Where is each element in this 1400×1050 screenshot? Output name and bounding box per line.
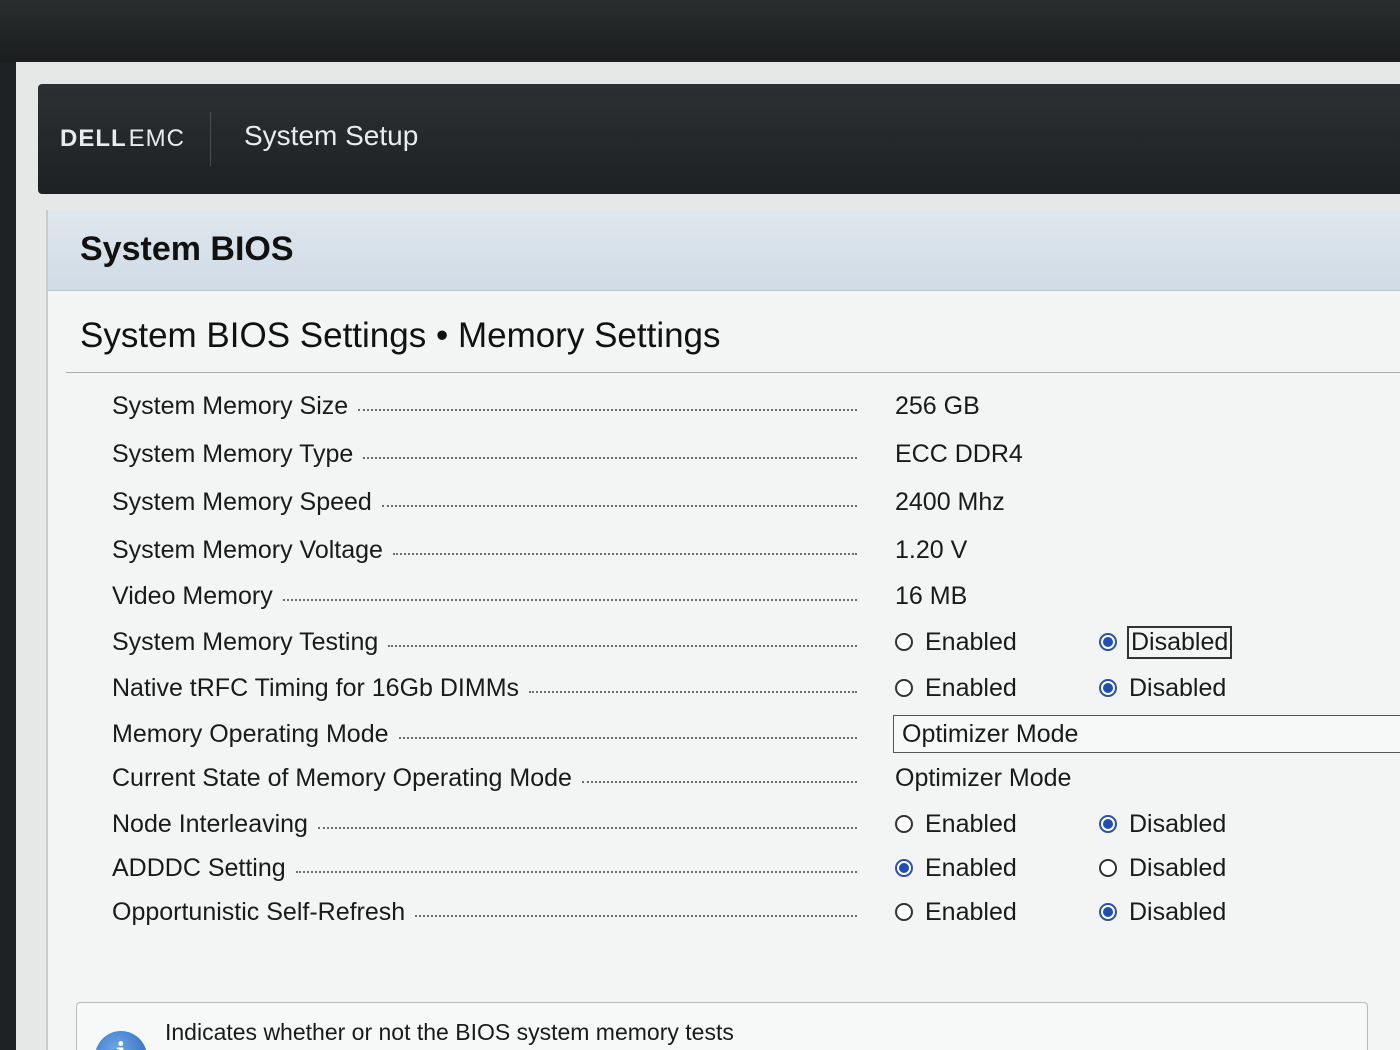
- setting-value: 1.20 V: [895, 535, 968, 564]
- monitor-bezel: [0, 0, 1400, 62]
- radio-button-icon[interactable]: [895, 679, 913, 697]
- dotted-leader: [392, 553, 857, 555]
- radio-button-selected-icon[interactable]: [1099, 633, 1117, 651]
- radio-group: Enabled Disabled: [895, 674, 1303, 703]
- radio-label-focused: Disabled: [1126, 625, 1233, 659]
- page-title: System BIOS Settings • Memory Settings: [80, 316, 721, 355]
- setting-row-adddc: ADDDC Setting Enabled Disabled: [112, 848, 1400, 888]
- radio-button-icon[interactable]: [895, 903, 913, 921]
- setting-row-memory-voltage: System Memory Voltage 1.20 V: [112, 530, 1400, 570]
- setting-row-memory-speed: System Memory Speed 2400 Mhz: [112, 482, 1400, 522]
- setting-row-video-memory: Video Memory 16 MB: [112, 576, 1400, 616]
- radio-option-enabled[interactable]: Enabled: [895, 628, 1099, 657]
- setting-label: ADDDC Setting: [112, 853, 286, 882]
- radio-option-enabled[interactable]: Enabled: [895, 810, 1099, 839]
- radio-option-enabled[interactable]: Enabled: [895, 674, 1099, 703]
- setting-value: 2400 Mhz: [895, 487, 1005, 516]
- system-bios-panel: System BIOS System BIOS Settings • Memor…: [46, 210, 1400, 1050]
- logo-emc: EMC: [128, 125, 186, 152]
- dotted-leader: [398, 737, 857, 739]
- panel-header: System BIOS: [48, 210, 1400, 291]
- radio-label: Enabled: [925, 627, 1017, 656]
- setting-label: System Memory Type: [112, 439, 354, 468]
- setting-label: System Memory Voltage: [112, 535, 383, 564]
- radio-group: Enabled Disabled: [895, 625, 1303, 659]
- radio-label: Enabled: [925, 897, 1017, 926]
- setting-label: System Memory Speed: [112, 487, 372, 516]
- title-divider: [66, 372, 1400, 373]
- info-icon: i: [95, 1031, 147, 1050]
- setting-row-native-trfc: Native tRFC Timing for 16Gb DIMMs Enable…: [112, 668, 1400, 708]
- radio-option-enabled[interactable]: Enabled: [895, 898, 1099, 927]
- radio-button-icon[interactable]: [895, 815, 913, 833]
- setting-value: ECC DDR4: [895, 439, 1023, 468]
- setting-row-memory-operating-mode: Memory Operating Mode Optimizer Mode: [112, 714, 1400, 754]
- dotted-leader: [317, 827, 857, 829]
- radio-group: Enabled Disabled: [895, 898, 1303, 927]
- setting-label: Node Interleaving: [112, 809, 308, 838]
- dotted-leader: [295, 871, 857, 873]
- bios-screen: DELL EMC System Setup System BIOS System…: [16, 62, 1400, 1050]
- dotted-leader: [388, 645, 857, 647]
- radio-option-enabled[interactable]: Enabled: [895, 854, 1099, 883]
- setting-label: Current State of Memory Operating Mode: [112, 763, 572, 792]
- dotted-leader: [358, 409, 857, 411]
- memory-operating-mode-dropdown[interactable]: Optimizer Mode: [893, 715, 1400, 753]
- radio-button-icon[interactable]: [1099, 859, 1117, 877]
- setting-row-current-operating-mode: Current State of Memory Operating Mode O…: [112, 758, 1400, 798]
- setting-row-opportunistic-self-refresh: Opportunistic Self-Refresh Enabled Disab…: [112, 892, 1400, 932]
- setting-label: System Memory Testing: [112, 627, 379, 656]
- radio-button-selected-icon[interactable]: [1099, 903, 1117, 921]
- radio-button-selected-icon[interactable]: [1099, 679, 1117, 697]
- help-box: i Indicates whether or not the BIOS syst…: [76, 1002, 1368, 1050]
- radio-option-disabled[interactable]: Disabled: [1099, 674, 1303, 703]
- dotted-leader: [381, 505, 857, 507]
- setting-label: System Memory Size: [112, 391, 349, 420]
- setting-value: 256 GB: [895, 391, 980, 420]
- setting-row-memory-type: System Memory Type ECC DDR4: [112, 434, 1400, 474]
- radio-option-disabled[interactable]: Disabled: [1099, 810, 1303, 839]
- setting-label: Memory Operating Mode: [112, 719, 389, 748]
- radio-label: Disabled: [1129, 897, 1227, 926]
- radio-label: Disabled: [1129, 853, 1227, 882]
- panel-title: System BIOS: [80, 230, 294, 268]
- app-title: System Setup: [244, 120, 419, 151]
- logo-dell: DELL: [60, 125, 127, 152]
- radio-label: Enabled: [925, 853, 1017, 882]
- radio-group: Enabled Disabled: [895, 854, 1303, 883]
- radio-option-disabled[interactable]: Disabled: [1099, 898, 1303, 927]
- help-text: Indicates whether or not the BIOS system…: [165, 1019, 734, 1045]
- setting-row-node-interleaving: Node Interleaving Enabled Disabled: [112, 804, 1400, 844]
- radio-label: Disabled: [1129, 809, 1227, 838]
- dotted-leader: [282, 599, 857, 601]
- setting-label: Opportunistic Self-Refresh: [112, 897, 406, 926]
- setting-row-memory-size: System Memory Size 256 GB: [112, 386, 1400, 426]
- dotted-leader: [415, 915, 857, 917]
- radio-label: Disabled: [1129, 673, 1227, 702]
- top-bar: DELL EMC System Setup: [38, 84, 1400, 194]
- setting-row-memory-testing: System Memory Testing Enabled Disabled: [112, 622, 1400, 662]
- setting-label: Native tRFC Timing for 16Gb DIMMs: [112, 673, 520, 702]
- radio-label: Enabled: [925, 809, 1017, 838]
- dotted-leader: [529, 691, 857, 693]
- radio-label: Enabled: [925, 673, 1017, 702]
- dotted-leader: [363, 457, 857, 459]
- setting-value: 16 MB: [895, 581, 968, 610]
- radio-button-icon[interactable]: [895, 633, 913, 651]
- setting-label: Video Memory: [112, 581, 273, 610]
- topbar-divider: [210, 112, 211, 166]
- dell-emc-logo: DELL EMC: [60, 122, 185, 156]
- dotted-leader: [581, 781, 857, 783]
- radio-button-selected-icon[interactable]: [1099, 815, 1117, 833]
- setting-value: Optimizer Mode: [895, 763, 1072, 792]
- radio-button-selected-icon[interactable]: [895, 859, 913, 877]
- radio-option-disabled[interactable]: Disabled: [1099, 854, 1303, 883]
- radio-group: Enabled Disabled: [895, 810, 1303, 839]
- radio-option-disabled[interactable]: Disabled: [1099, 625, 1303, 659]
